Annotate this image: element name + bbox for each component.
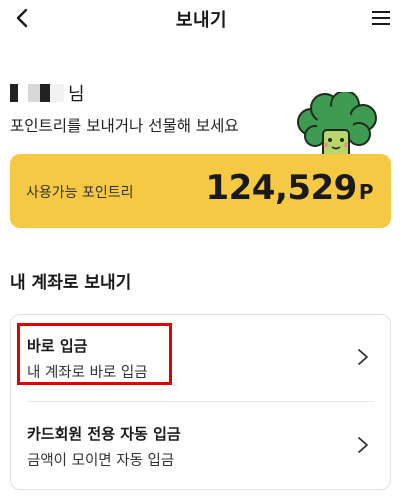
top-bar: 보내기 (0, 0, 403, 40)
section-title: 내 계좌로 보내기 (10, 273, 132, 293)
auto-deposit-option[interactable]: 카드회원 전용 자동 입금 금액이 모이면 자동 입금 (11, 403, 390, 489)
points-unit: P (358, 180, 374, 204)
divider (27, 401, 374, 402)
user-greeting: 님 (10, 80, 85, 106)
option-title: 카드회원 전용 자동 입금 (27, 425, 181, 443)
points-balance: 124,529 P (205, 168, 373, 208)
broccoli-mascot-icon (297, 92, 377, 161)
option-subtitle: 내 계좌로 바로 입금 (27, 365, 148, 381)
instant-deposit-option[interactable]: 바로 입금 내 계좌로 바로 입금 (11, 315, 390, 401)
option-subtitle: 금액이 모이면 자동 입금 (27, 453, 175, 469)
points-label: 사용가능 포인트리 (26, 185, 134, 201)
hamburger-menu-icon (372, 11, 390, 25)
available-points-card: 사용가능 포인트리 124,529 P (10, 154, 391, 228)
transfer-options-card: 바로 입금 내 계좌로 바로 입금 카드회원 전용 자동 입금 금액이 모이면 … (10, 314, 391, 490)
greeting-suffix: 님 (68, 84, 85, 105)
page-title: 보내기 (175, 10, 228, 31)
points-amount: 124,529 (205, 168, 357, 208)
chevron-right-icon (358, 437, 368, 453)
chevron-right-icon (358, 349, 368, 365)
menu-button[interactable] (369, 6, 393, 30)
masked-user-name (10, 84, 64, 102)
greeting-subtext: 포인트리를 보내거나 선물해 보세요 (10, 117, 239, 135)
option-title: 바로 입금 (27, 337, 88, 355)
